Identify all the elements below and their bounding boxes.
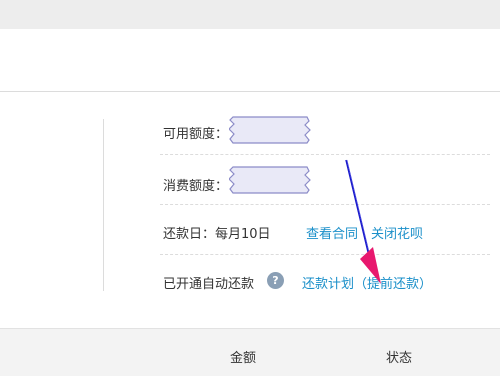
available-credit-label: 可用额度： [163, 127, 229, 142]
row-separator [160, 154, 490, 155]
redacted-available-credit-value [229, 116, 311, 144]
view-contract-link[interactable]: 查看合同 [306, 223, 358, 242]
column-header-amount[interactable]: 金额 [230, 347, 256, 366]
annotation-arrow-icon [345, 159, 381, 284]
row-separator [160, 204, 490, 205]
vertical-divider [103, 119, 104, 291]
top-bar [0, 0, 500, 29]
header-divider [0, 91, 500, 92]
repayment-day-label: 还款日：每月10日 [163, 227, 271, 242]
redacted-consumed-credit-value [229, 166, 311, 194]
close-huabei-link[interactable]: 关闭花呗 [371, 223, 423, 242]
question-circle-icon[interactable]: ? [267, 272, 284, 289]
row-separator [160, 254, 490, 255]
consumed-credit-label: 消费额度： [163, 179, 229, 194]
autopay-status-label: 已开通自动还款 [163, 277, 255, 292]
column-header-status[interactable]: 状态 [386, 347, 412, 366]
repayment-plan-link[interactable]: 还款计划（提前还款） [302, 273, 432, 292]
